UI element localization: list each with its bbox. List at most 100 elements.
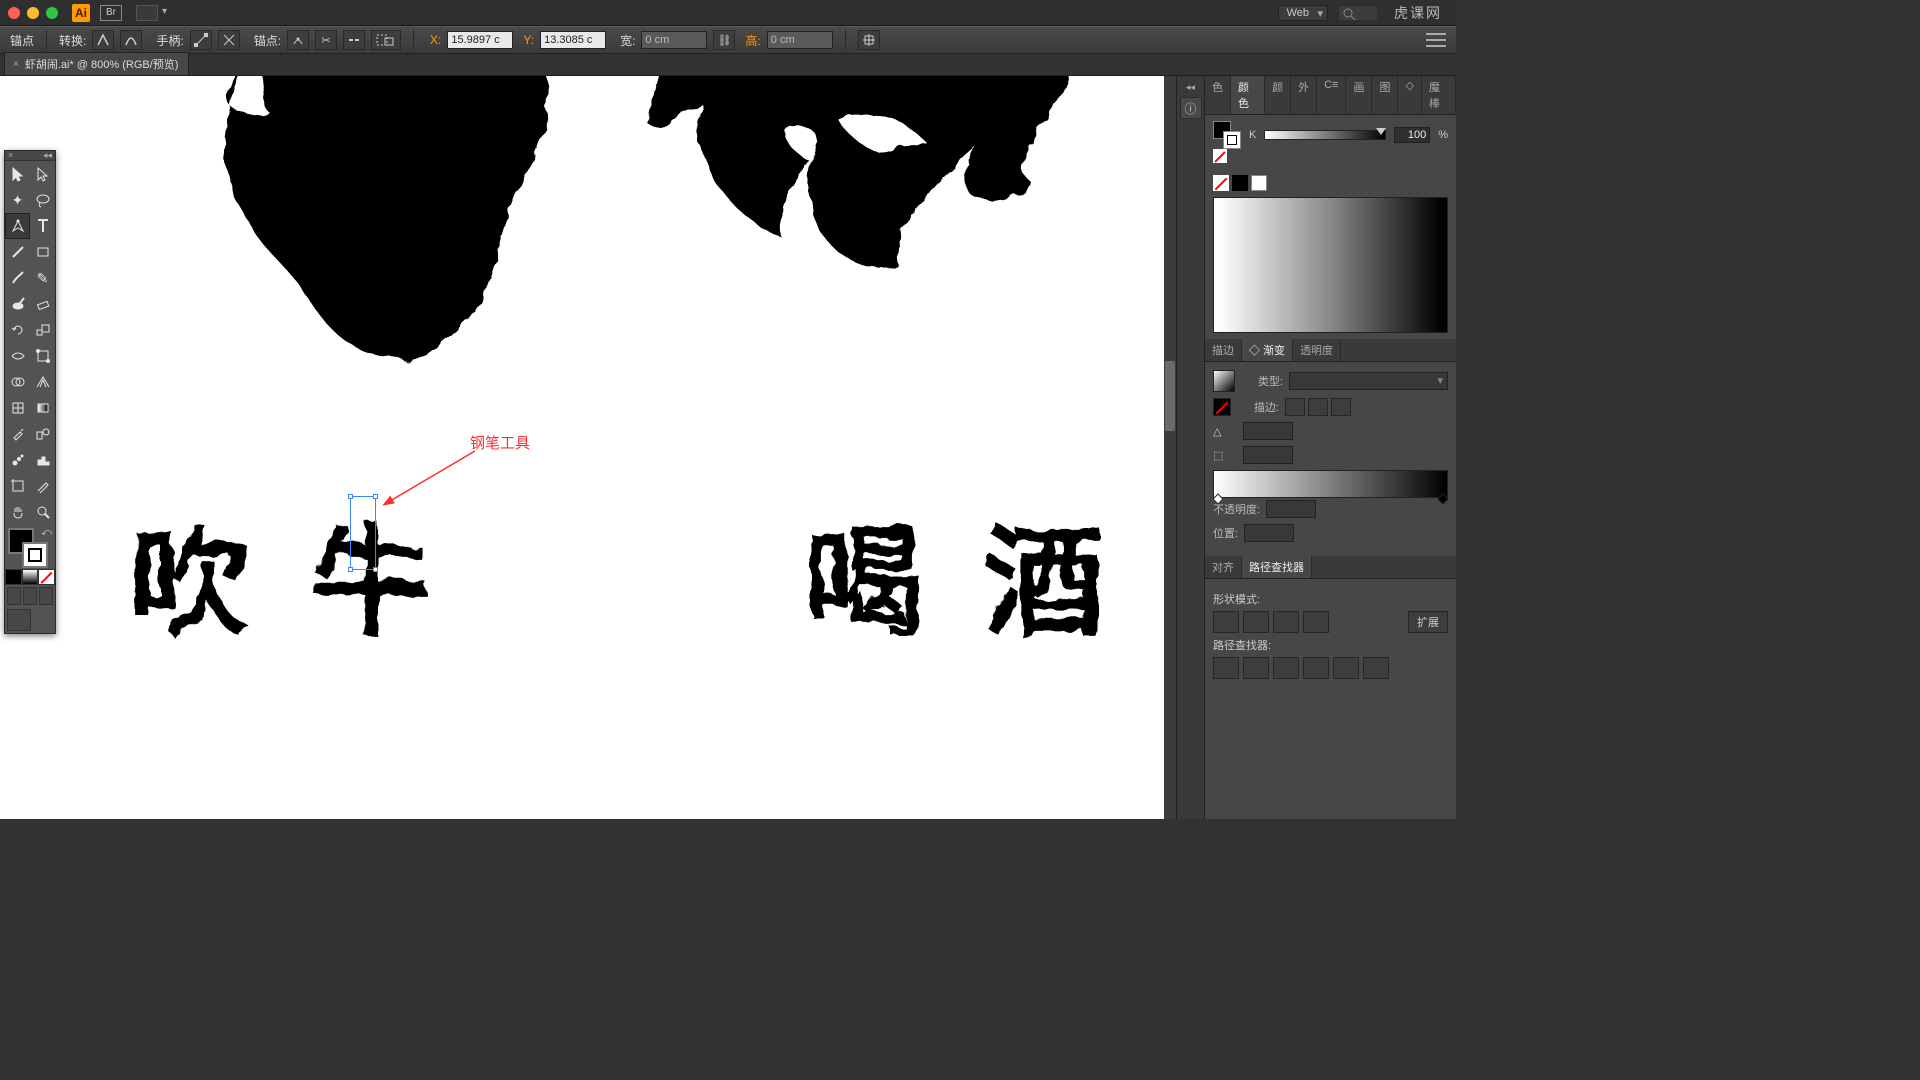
divide-button[interactable] [1213,657,1239,679]
draw-normal[interactable] [7,587,21,605]
tab-align[interactable]: 对齐 [1205,556,1242,578]
tab-pathfinder[interactable]: 路径查找器 [1242,556,1312,578]
trim-button[interactable] [1243,657,1269,679]
gradient-preview-swatch[interactable] [1213,370,1235,392]
eraser-tool[interactable] [30,291,55,317]
expand-button[interactable]: 扩展 [1408,611,1448,633]
document-tab[interactable]: × 虾胡闹.ai* @ 800% (RGB/预览) [4,52,189,75]
grad-stroke-b3[interactable] [1331,398,1351,416]
shape-builder-tool[interactable] [5,369,30,395]
fill-stroke-swatch[interactable]: ⤺ [5,525,55,569]
selection-bounding-box[interactable] [350,496,376,570]
rotate-tool[interactable] [5,317,30,343]
slice-tool[interactable] [30,473,55,499]
gradient-ramp[interactable] [1213,470,1448,498]
paintbrush-tool[interactable] [5,265,30,291]
pen-tool[interactable] [5,213,30,239]
column-graph-tool[interactable] [30,447,55,473]
perspective-grid-tool[interactable] [30,369,55,395]
scale-tool[interactable] [30,317,55,343]
panel-fill-stroke[interactable] [1213,121,1241,149]
w-field[interactable] [641,31,707,49]
blob-brush-tool[interactable] [5,291,30,317]
hide-handles-button[interactable] [218,30,240,50]
color-mode-none[interactable] [38,569,55,585]
link-wh-icon[interactable]: ⛓ [713,30,735,50]
arrange-documents-button[interactable] [136,5,158,21]
y-field[interactable] [540,31,606,49]
gradient-tool[interactable] [30,395,55,421]
gradient-angle-field[interactable] [1243,422,1293,440]
align-to-pixel-button[interactable] [858,30,880,50]
gradient-opacity-field[interactable] [1266,500,1316,518]
k-value-field[interactable] [1394,127,1430,143]
tab-swatches[interactable]: C≡ [1317,76,1346,114]
tab-color2[interactable]: 颜 [1265,76,1291,114]
eyedropper-tool[interactable] [5,421,30,447]
width-tool[interactable] [5,343,30,369]
isolate-button[interactable] [371,30,401,50]
unite-button[interactable] [1213,611,1239,633]
gradient-type-select[interactable] [1289,372,1448,390]
exclude-button[interactable] [1303,611,1329,633]
draw-inside[interactable] [39,587,53,605]
close-tab-icon[interactable]: × [13,59,19,70]
direct-selection-tool[interactable] [30,161,55,187]
gradient-position-field[interactable] [1244,524,1294,542]
stroke-swatch[interactable] [22,542,48,568]
info-panel-icon[interactable]: ⓘ [1180,97,1202,119]
minus-back-button[interactable] [1363,657,1389,679]
maximize-window-button[interactable] [46,7,58,19]
h-field[interactable] [767,31,833,49]
convert-smooth-button[interactable] [120,30,142,50]
free-transform-tool[interactable] [30,343,55,369]
tools-panel-grip[interactable]: ×◂◂ [5,151,55,161]
tab-opacity[interactable]: 透明度 [1293,339,1341,361]
search-icon[interactable] [1338,5,1378,21]
hand-tool[interactable] [5,499,30,525]
bridge-button[interactable]: Br [100,5,122,21]
tab-magicwand[interactable]: 魔棒 [1422,76,1456,114]
line-tool[interactable] [5,239,30,265]
show-handles-button[interactable] [190,30,212,50]
gradient-stroke-swatch[interactable] [1213,398,1231,416]
merge-button[interactable] [1273,657,1299,679]
workspace-switcher[interactable]: Web [1278,5,1328,21]
swap-fill-stroke-icon[interactable]: ⤺ [41,527,52,538]
cut-path-button[interactable] [343,30,365,50]
outline-button[interactable] [1333,657,1359,679]
tab-appearance[interactable]: 外 [1291,76,1317,114]
spectrum-none-swatch[interactable] [1213,175,1229,191]
minus-front-button[interactable] [1243,611,1269,633]
selection-tool[interactable] [5,161,30,187]
minimize-window-button[interactable] [27,7,39,19]
collapse-dock-icon[interactable]: ◂◂ [1177,82,1204,93]
blend-tool[interactable] [30,421,55,447]
grayscale-spectrum[interactable] [1213,197,1448,333]
spectrum-black-swatch[interactable] [1232,175,1248,191]
artboard-tool[interactable] [5,473,30,499]
magic-wand-tool[interactable]: ✦ [5,187,30,213]
screen-mode-button[interactable] [5,607,55,633]
close-window-button[interactable] [8,7,20,19]
color-mode-solid[interactable] [5,569,22,585]
remove-anchor-button[interactable] [287,30,309,50]
color-mode-gradient[interactable] [22,569,39,585]
symbol-sprayer-tool[interactable] [5,447,30,473]
tab-color-active[interactable]: 颜色 [1231,76,1265,114]
convert-corner-button[interactable] [92,30,114,50]
type-tool[interactable] [30,213,55,239]
tab-layers[interactable]: 图 [1372,76,1398,114]
control-bar-menu-icon[interactable] [1426,33,1446,47]
k-slider[interactable] [1264,130,1386,140]
tab-stroke[interactable]: 描边 [1205,339,1242,361]
connect-anchor-button[interactable]: ✂ [315,30,337,50]
crop-button[interactable] [1303,657,1329,679]
none-swatch-icon[interactable] [1213,149,1227,163]
grad-stroke-b2[interactable] [1308,398,1328,416]
tab-color[interactable]: 色 [1205,76,1231,114]
vertical-scrollbar[interactable] [1164,76,1176,819]
grad-stroke-b1[interactable] [1285,398,1305,416]
rectangle-tool[interactable] [30,239,55,265]
tab-transparency[interactable]: ◇ [1398,76,1421,114]
